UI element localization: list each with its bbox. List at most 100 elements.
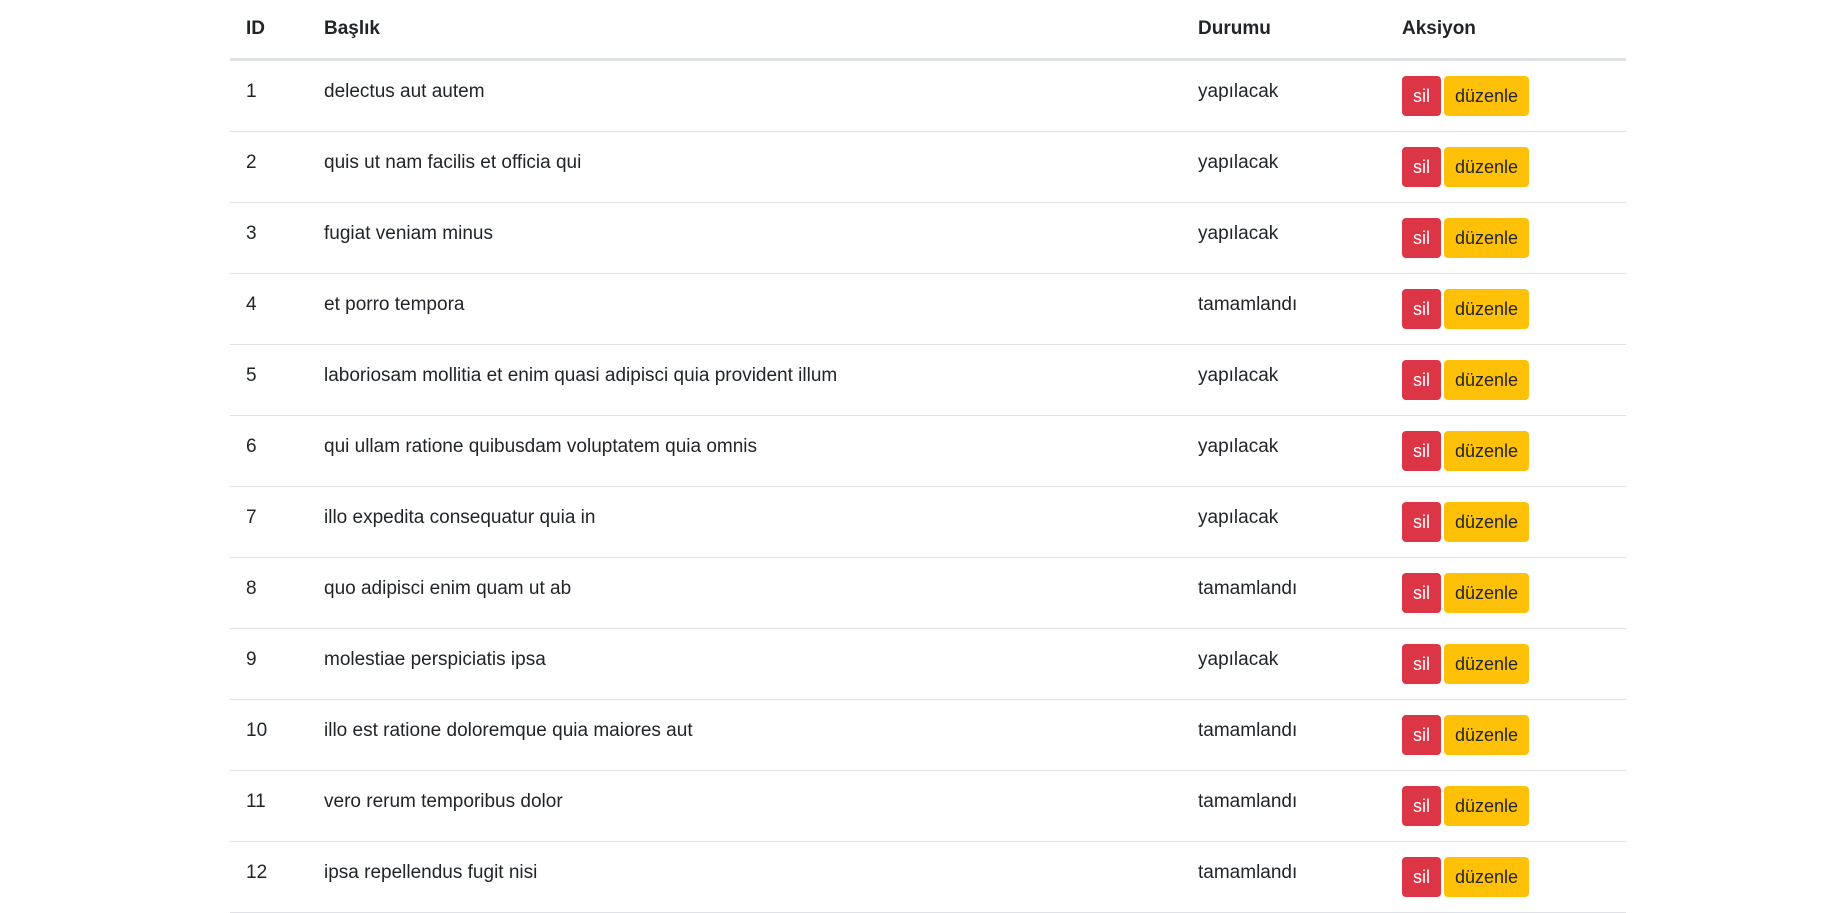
row-id-text: 4 — [246, 294, 257, 315]
row-title-text: vero rerum temporibus dolor — [324, 791, 563, 812]
row-title: quo adipisci enim quam ut ab — [308, 557, 1182, 629]
delete-button[interactable]: sil — [1402, 715, 1441, 755]
delete-button[interactable]: sil — [1402, 431, 1441, 471]
row-title-text: et porro tempora — [324, 294, 465, 315]
delete-button[interactable]: sil — [1402, 76, 1441, 116]
row-status: tamamlandı — [1182, 770, 1386, 842]
edit-button[interactable]: düzenle — [1444, 573, 1530, 613]
row-actions: sil düzenle — [1386, 202, 1626, 274]
row-status-text: yapılacak — [1198, 223, 1279, 244]
row-id: 9 — [230, 628, 308, 700]
row-status: yapılacak — [1182, 131, 1386, 203]
row-title: qui ullam ratione quibusdam voluptatem q… — [308, 415, 1182, 487]
row-title: molestiae perspiciatis ipsa — [308, 628, 1182, 700]
table-row: 2 quis ut nam facilis et officia qui yapıl… — [230, 131, 1626, 203]
row-title: illo est ratione doloremque quia maiores… — [308, 699, 1182, 771]
row-status: yapılacak — [1182, 628, 1386, 700]
edit-button[interactable]: düzenle — [1444, 360, 1530, 400]
edit-button[interactable]: düzenle — [1444, 857, 1530, 897]
row-title: vero rerum temporibus dolor — [308, 770, 1182, 842]
edit-button[interactable]: düzenle — [1444, 502, 1530, 542]
delete-button[interactable]: sil — [1402, 573, 1441, 613]
delete-button[interactable]: sil — [1402, 147, 1441, 187]
todo-table: ID Başlık Durumu Aksiyon 1 delectus aut a… — [230, 0, 1626, 913]
row-id-text: 6 — [246, 436, 257, 457]
row-status: yapılacak — [1182, 59, 1386, 132]
row-status: yapılacak — [1182, 202, 1386, 274]
row-title-text: molestiae perspiciatis ipsa — [324, 649, 546, 670]
row-id: 6 — [230, 415, 308, 487]
edit-button[interactable]: düzenle — [1444, 715, 1530, 755]
row-id-text: 1 — [246, 81, 257, 102]
row-id-text: 8 — [246, 578, 257, 599]
row-status: yapılacak — [1182, 344, 1386, 416]
row-status-text: yapılacak — [1198, 436, 1279, 457]
row-id: 5 — [230, 344, 308, 416]
row-id: 11 — [230, 770, 308, 842]
row-status-text: tamamlandı — [1198, 720, 1298, 741]
table-row: 4 et porro tempora tamamlandı sil düzenle — [230, 273, 1626, 345]
table-row: 11 vero rerum temporibus dolor tamamlandı s… — [230, 770, 1626, 842]
row-title-text: illo est ratione doloremque quia maiores… — [324, 720, 693, 741]
row-status: yapılacak — [1182, 486, 1386, 558]
row-title-text: fugiat veniam minus — [324, 223, 493, 244]
row-id-text: 12 — [246, 862, 268, 883]
delete-button[interactable]: sil — [1402, 857, 1441, 897]
row-id: 1 — [230, 59, 308, 132]
row-title: quis ut nam facilis et officia qui — [308, 131, 1182, 203]
delete-button[interactable]: sil — [1402, 360, 1441, 400]
row-title: laboriosam mollitia et enim quasi adipis… — [308, 344, 1182, 416]
row-actions: sil düzenle — [1386, 628, 1626, 700]
delete-button[interactable]: sil — [1402, 289, 1441, 329]
edit-button[interactable]: düzenle — [1444, 431, 1530, 471]
row-status-text: yapılacak — [1198, 152, 1279, 173]
row-id: 10 — [230, 699, 308, 771]
edit-button[interactable]: düzenle — [1444, 147, 1530, 187]
row-actions: sil düzenle — [1386, 557, 1626, 629]
row-id: 12 — [230, 841, 308, 913]
edit-button[interactable]: düzenle — [1444, 218, 1530, 258]
row-id-text: 5 — [246, 365, 257, 386]
row-status: tamamlandı — [1182, 841, 1386, 913]
table-row: 5 laboriosam mollitia et enim quasi adipi… — [230, 344, 1626, 416]
row-id-text: 9 — [246, 649, 257, 670]
row-title-text: qui ullam ratione quibusdam voluptatem q… — [324, 436, 758, 457]
header-title: Başlık — [308, 0, 1182, 61]
header-row: ID Başlık Durumu Aksiyon — [230, 0, 1626, 61]
row-title-text: laboriosam mollitia et enim quasi adipis… — [324, 365, 838, 386]
row-id: 2 — [230, 131, 308, 203]
row-actions: sil düzenle — [1386, 59, 1626, 132]
delete-button[interactable]: sil — [1402, 644, 1441, 684]
row-title-text: ipsa repellendus fugit nisi — [324, 862, 538, 883]
delete-button[interactable]: sil — [1402, 502, 1441, 542]
delete-button[interactable]: sil — [1402, 218, 1441, 258]
delete-button[interactable]: sil — [1402, 786, 1441, 826]
edit-button[interactable]: düzenle — [1444, 786, 1530, 826]
row-title-text: illo expedita consequatur quia in — [324, 507, 596, 528]
edit-button[interactable]: düzenle — [1444, 76, 1530, 116]
row-id: 7 — [230, 486, 308, 558]
row-title: ipsa repellendus fugit nisi — [308, 841, 1182, 913]
row-title: fugiat veniam minus — [308, 202, 1182, 274]
row-status-text: yapılacak — [1198, 649, 1279, 670]
table-row: 3 fugiat veniam minus yapılacak sil düzenle — [230, 202, 1626, 274]
row-status-text: yapılacak — [1198, 81, 1279, 102]
row-status: tamamlandı — [1182, 557, 1386, 629]
row-title: illo expedita consequatur quia in — [308, 486, 1182, 558]
table-body: 1 delectus aut autem yapılacak sil düzenle 2 q… — [230, 59, 1626, 913]
table-row: 7 illo expedita consequatur quia in yapıla… — [230, 486, 1626, 558]
todo-table-container: ID Başlık Durumu Aksiyon 1 delectus aut a… — [230, 0, 1626, 913]
row-status-text: tamamlandı — [1198, 578, 1298, 599]
row-actions: sil düzenle — [1386, 486, 1626, 558]
edit-button[interactable]: düzenle — [1444, 644, 1530, 684]
header-action: Aksiyon — [1386, 0, 1626, 61]
row-id-text: 7 — [246, 507, 257, 528]
row-title: et porro tempora — [308, 273, 1182, 345]
row-title-text: quo adipisci enim quam ut ab — [324, 578, 572, 599]
row-title: delectus aut autem — [308, 59, 1182, 132]
row-id: 3 — [230, 202, 308, 274]
header-id: ID — [230, 0, 308, 61]
row-id-text: 10 — [246, 720, 268, 741]
row-id-text: 11 — [246, 791, 266, 812]
edit-button[interactable]: düzenle — [1444, 289, 1530, 329]
